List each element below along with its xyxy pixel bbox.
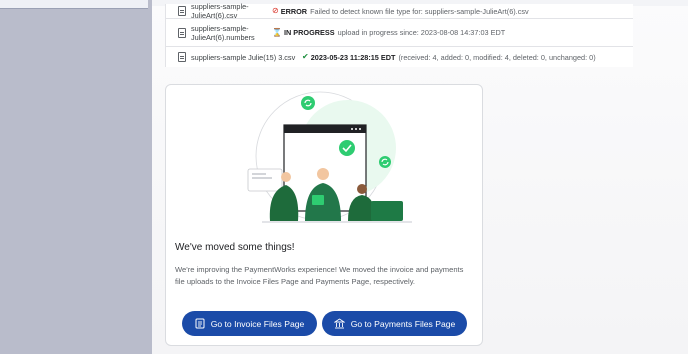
card-graphic bbox=[247, 168, 283, 192]
sync-badge-icon bbox=[379, 156, 391, 168]
status-detail: (received: 4, added: 0, modified: 4, del… bbox=[398, 52, 596, 62]
table-row: suppliers-sample Julie(15) 3.csv ✔ 2023-… bbox=[166, 47, 633, 67]
check-badge-icon bbox=[339, 140, 355, 156]
status-cell: ✔ 2023-05-23 11:28:15 EDT (received: 4, … bbox=[302, 53, 596, 62]
team-illustration bbox=[247, 91, 412, 223]
payments-files-button[interactable]: Go to Payments Files Page bbox=[322, 311, 467, 336]
status-cell: ⌛ IN PROGRESS upload in progress since: … bbox=[272, 28, 505, 37]
person-right bbox=[357, 184, 367, 194]
checkmark-icon: ✔ bbox=[302, 52, 309, 61]
status-cell: ⊘ ERROR Failed to detect known file type… bbox=[272, 7, 529, 16]
table-row: suppliers-sample-JulieArt(6).numbers ⌛ I… bbox=[166, 19, 633, 47]
file-icon bbox=[178, 27, 186, 38]
payments-button-label: Go to Payments Files Page bbox=[350, 318, 456, 329]
sidebar bbox=[0, 0, 152, 354]
file-name-cell: suppliers-sample-JulieArt(6).numbers bbox=[166, 24, 272, 42]
file-name-cell: suppliers-sample Julie(15) 3.csv bbox=[166, 52, 302, 62]
status-label: ERROR bbox=[280, 6, 308, 16]
person-center bbox=[317, 168, 329, 180]
status-label: 2023-05-23 11:28:15 EDT bbox=[310, 52, 396, 62]
invoice-files-button[interactable]: Go to Invoice Files Page bbox=[182, 311, 317, 336]
status-detail: upload in progress since: 2023-08-08 14:… bbox=[337, 28, 506, 37]
file-name[interactable]: suppliers-sample Julie(15) 3.csv bbox=[191, 53, 295, 62]
table-row: suppliers-sample-JulieArt(6).csv ⊘ ERROR… bbox=[166, 2, 633, 20]
file-name-cell: suppliers-sample-JulieArt(6).csv bbox=[166, 2, 272, 20]
invoice-button-label: Go to Invoice Files Page bbox=[210, 318, 305, 329]
browser-titlebar bbox=[284, 125, 366, 133]
bank-icon bbox=[333, 318, 345, 329]
file-name[interactable]: suppliers-sample-JulieArt(6).numbers bbox=[191, 24, 261, 42]
file-name[interactable]: suppliers-sample-JulieArt(6).csv bbox=[191, 2, 272, 20]
error-icon: ⊘ bbox=[272, 6, 279, 15]
hourglass-icon: ⌛ bbox=[272, 27, 282, 37]
laptop-graphic bbox=[371, 201, 403, 221]
document-icon bbox=[195, 318, 205, 329]
notice-body: We're improving the PaymentWorks experie… bbox=[175, 265, 464, 286]
person-left bbox=[281, 172, 291, 182]
file-upload-table: suppliers-sample-JulieArt(6).csv ⊘ ERROR… bbox=[165, 2, 633, 67]
file-icon bbox=[178, 52, 186, 62]
sync-badge-icon bbox=[301, 96, 315, 110]
moved-notice-card: We've moved some things! We're improving… bbox=[165, 84, 483, 346]
status-detail: Failed to detect known file type for: su… bbox=[310, 6, 529, 16]
status-label: IN PROGRESS bbox=[283, 28, 335, 37]
sidebar-top-tab[interactable] bbox=[0, 0, 148, 9]
file-icon bbox=[178, 6, 186, 16]
notice-title: We've moved some things! bbox=[175, 242, 295, 253]
